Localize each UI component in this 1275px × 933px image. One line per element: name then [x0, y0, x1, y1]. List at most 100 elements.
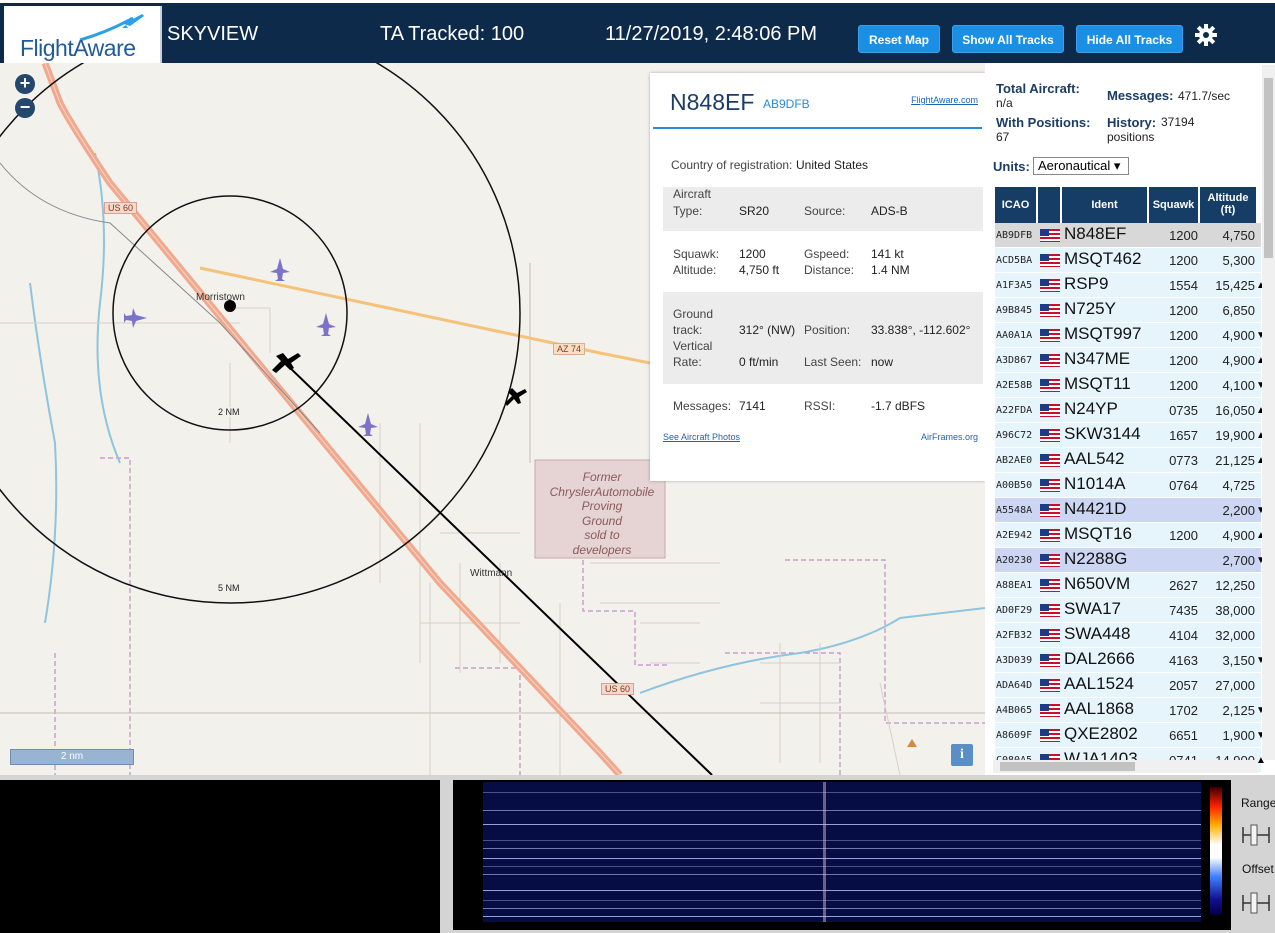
- row-squawk: 6651: [1169, 728, 1198, 743]
- table-row[interactable]: A9B845 N725Y 1200 6,850: [995, 298, 1261, 323]
- col-squawk[interactable]: Squawk: [1149, 187, 1200, 223]
- label-proving-ground: Former ChryslerAutomobile Proving Ground sol…: [549, 470, 655, 557]
- row-icao: A3D867: [996, 355, 1033, 366]
- row-icao: A1F3A5: [996, 280, 1033, 291]
- table-row[interactable]: AD0F29 SWA17 7435 38,000: [995, 598, 1261, 623]
- flag-icon: [1040, 729, 1060, 742]
- col-flag[interactable]: [1038, 187, 1062, 223]
- aircraft-markers[interactable]: [124, 258, 378, 436]
- airframes-link[interactable]: AirFrames.org: [921, 432, 978, 442]
- row-squawk: 1200: [1169, 353, 1198, 368]
- table-row[interactable]: ADA64D AAL1524 2057 27,000: [995, 673, 1261, 698]
- waterfall-line: [483, 848, 1201, 849]
- reset-map-button[interactable]: Reset Map: [858, 25, 940, 53]
- table-row[interactable]: A88EA1 N650VM 2627 12,250: [995, 573, 1261, 598]
- row-ident: N725Y: [1064, 299, 1116, 318]
- row-ident: QXE2802: [1064, 724, 1138, 743]
- row-altitude: 5,300: [1222, 253, 1255, 268]
- waterfall-line: [483, 916, 1201, 917]
- table-row[interactable]: A3D867 N347ME 1200 4,900 ▲: [995, 348, 1266, 373]
- label-us60-south: US 60: [601, 683, 635, 695]
- vertical-scroll-thumb[interactable]: [1264, 78, 1273, 258]
- row-altitude: 4,725: [1222, 478, 1255, 493]
- units-select[interactable]: Aeronautical ▾: [1033, 157, 1129, 175]
- label-us60: US 60: [104, 202, 138, 214]
- row-icao: A2FB32: [996, 630, 1033, 641]
- zoom-in-button[interactable]: +: [15, 74, 35, 94]
- row-ident: N1014A: [1064, 474, 1126, 493]
- scale-bar: 2 nm: [10, 749, 134, 765]
- offset-slider-icon[interactable]: [1241, 891, 1271, 915]
- label-morristown: Morristown: [196, 292, 245, 303]
- table-row[interactable]: A00B50 N1014A 0764 4,725: [995, 473, 1261, 498]
- row-ident: SKW3144: [1064, 424, 1141, 443]
- row-ident: N24YP: [1064, 399, 1118, 418]
- row-squawk: 1554: [1169, 278, 1198, 293]
- distance-value: 1.4 NM: [871, 263, 910, 277]
- flag-icon: [1040, 479, 1060, 492]
- table-row[interactable]: A4B065 AAL1868 1702 2,125 ▼: [995, 698, 1266, 723]
- waterfall-line: [483, 890, 1201, 891]
- col-ident[interactable]: Ident: [1062, 187, 1149, 223]
- aircraft-icon: [270, 258, 290, 281]
- aircraft-photos-link[interactable]: See Aircraft Photos: [663, 432, 740, 442]
- table-row[interactable]: A20230 N2288G 2,700 ▼: [995, 548, 1266, 573]
- row-squawk: 1200: [1169, 253, 1198, 268]
- table-row[interactable]: A2FB32 SWA448 4104 32,000: [995, 623, 1261, 648]
- hide-all-tracks-button[interactable]: Hide All Tracks: [1076, 25, 1183, 53]
- track-label: track:: [673, 323, 703, 337]
- flag-icon: [1040, 379, 1060, 392]
- row-altitude: 27,000: [1215, 678, 1255, 693]
- row-icao: A22FDA: [996, 405, 1033, 416]
- table-row[interactable]: AB2AE0 AAL542 0773 21,125 ▲: [995, 448, 1266, 473]
- table-row[interactable]: A22FDA N24YP 0735 16,050 ▲: [995, 398, 1266, 423]
- rssi-label: RSSI:: [804, 399, 836, 413]
- selected-aircraft-icon[interactable]: [272, 353, 301, 373]
- rate-value: 0 ft/min: [739, 355, 779, 369]
- row-icao: AB9DFB: [996, 230, 1033, 241]
- row-ident: AAL542: [1064, 449, 1125, 468]
- row-altitude: 6,850: [1222, 303, 1255, 318]
- logo-text: FlightAware: [20, 35, 136, 61]
- table-row[interactable]: A5548A N4421D 2,200 ▼: [995, 498, 1266, 523]
- table-row[interactable]: AA0A1A MSQT997 1200 4,900 ▼: [995, 323, 1266, 348]
- table-row[interactable]: A3D039 DAL2666 4163 3,150 ▼: [995, 648, 1266, 673]
- col-altitude[interactable]: Altitude (ft): [1200, 187, 1258, 223]
- gear-icon[interactable]: [1194, 23, 1218, 47]
- range-slider-icon[interactable]: [1241, 823, 1271, 847]
- table-row[interactable]: A1F3A5 RSP9 1554 15,425 ▲: [995, 273, 1266, 298]
- row-altitude: 12,250: [1215, 578, 1255, 593]
- flightaware-link[interactable]: FlightAware.com: [911, 95, 978, 105]
- table-row[interactable]: AB9DFB N848EF 1200 4,750: [995, 223, 1261, 248]
- rate-label: Rate:: [673, 355, 702, 369]
- row-squawk: 1200: [1169, 528, 1198, 543]
- history-unit: positions: [1107, 130, 1155, 144]
- flag-icon: [1040, 604, 1060, 617]
- table-row[interactable]: A8609F QXE2802 6651 1,900 ▼: [995, 723, 1266, 748]
- flag-icon: [1040, 529, 1060, 542]
- flag-icon: [1040, 654, 1060, 667]
- marker-icon: [907, 739, 917, 747]
- popup-registration: N848EF: [670, 89, 755, 115]
- map-info-button[interactable]: i: [951, 744, 973, 766]
- us60-center: [44, 63, 621, 775]
- table-row[interactable]: ACD5BA MSQT462 1200 5,300: [995, 248, 1261, 273]
- show-all-tracks-button[interactable]: Show All Tracks: [952, 25, 1064, 53]
- row-squawk: 0773: [1169, 453, 1198, 468]
- table-row[interactable]: A2E58B MSQT11 1200 4,100 ▼: [995, 373, 1266, 398]
- row-altitude: 19,900: [1215, 428, 1255, 443]
- row-icao: A2E942: [996, 530, 1033, 541]
- flightaware-logo[interactable]: FlightAware: [4, 6, 162, 66]
- vertical-label: Vertical: [673, 339, 713, 353]
- col-icao[interactable]: ICAO: [995, 187, 1038, 223]
- row-altitude: 32,000: [1215, 628, 1255, 643]
- row-icao: A96C72: [996, 430, 1033, 441]
- horizontal-scroll-thumb[interactable]: [1000, 762, 1135, 771]
- row-icao: AB2AE0: [996, 455, 1033, 466]
- table-row[interactable]: A2E942 MSQT16 1200 4,900 ▲: [995, 523, 1266, 548]
- gspeed-label: Gspeed:: [804, 247, 850, 261]
- label-ring-5nm: 5 NM: [218, 583, 240, 593]
- table-row[interactable]: A96C72 SKW3144 1657 19,900 ▲: [995, 423, 1266, 448]
- track-box: [663, 292, 983, 384]
- zoom-out-button[interactable]: −: [15, 98, 35, 118]
